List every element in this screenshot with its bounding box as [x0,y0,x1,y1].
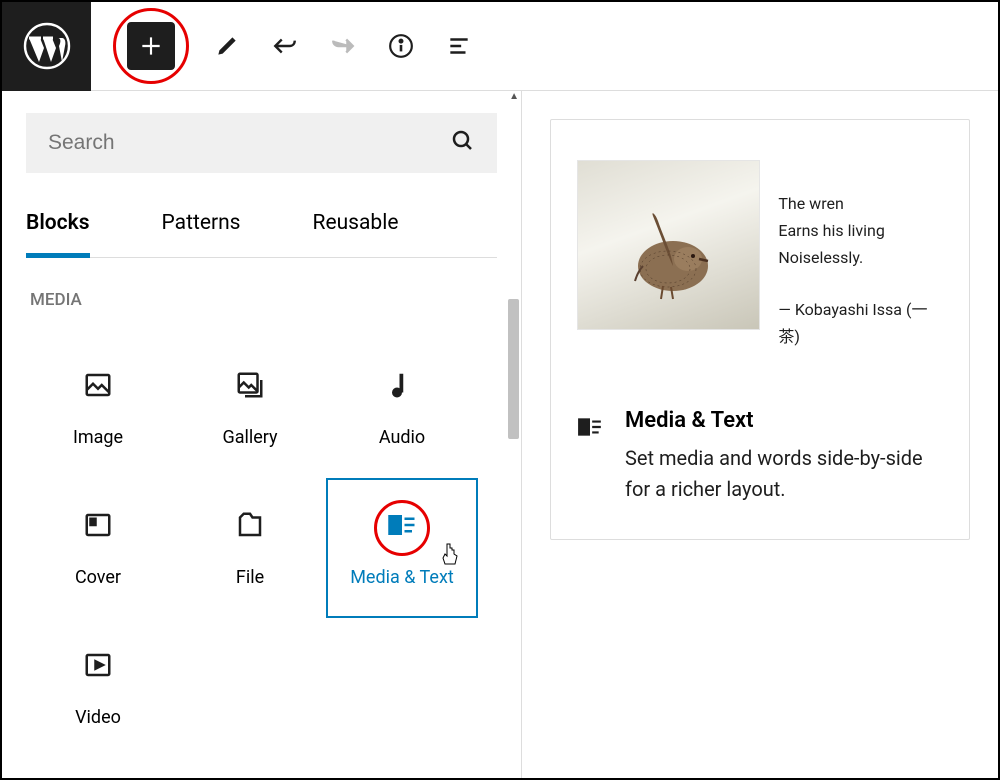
block-label: Audio [379,427,425,448]
poem-line: Earns his living [778,217,943,244]
scroll-up-arrow[interactable]: ▲ [509,91,519,102]
block-video[interactable]: Video [22,618,174,758]
block-label: Media & Text [350,567,454,588]
file-icon [234,509,266,541]
poem-attribution: — Kobayashi Issa (一茶) [778,296,943,350]
top-toolbar [2,2,998,91]
block-audio[interactable]: Audio [326,338,478,478]
block-label: Gallery [222,427,277,448]
scrollbar-thumb[interactable] [508,299,519,439]
block-image[interactable]: Image [22,338,174,478]
preview-title: Media & Text [625,408,943,433]
section-heading: MEDIA [30,290,521,310]
image-icon [82,369,114,401]
media-text-icon [386,509,418,541]
redo-icon [329,32,357,60]
block-label: Image [73,427,123,448]
inserter-tabs: Blocks Patterns Reusable [26,197,497,258]
preview-description: Set media and words side-by-side for a r… [625,443,943,505]
undo-icon[interactable] [271,32,299,60]
cover-icon [82,509,114,541]
search-box[interactable] [26,113,497,173]
info-icon[interactable] [387,32,415,60]
tab-blocks[interactable]: Blocks [26,197,90,258]
audio-icon [386,369,418,401]
block-label: File [236,567,264,588]
add-block-button[interactable] [127,22,175,70]
tab-patterns[interactable]: Patterns [162,197,241,257]
block-label: Cover [75,567,121,588]
preview-text: The wren Earns his living Noiselessly. —… [778,160,943,350]
search-input[interactable] [48,131,451,155]
block-media-text[interactable]: Media & Text [326,478,478,618]
poem-line: Noiselessly. [778,244,943,271]
edit-icon[interactable] [213,32,241,60]
search-icon [451,129,475,157]
video-icon [82,649,114,681]
media-text-icon [577,414,603,444]
preview-image [577,160,760,330]
gallery-icon [234,369,266,401]
block-file[interactable]: File [174,478,326,618]
scrollbar[interactable]: ▲ [506,91,521,778]
block-label: Video [75,707,121,728]
block-cover[interactable]: Cover [22,478,174,618]
cursor-pointer-icon [440,542,460,572]
wordpress-logo[interactable] [2,2,91,91]
block-preview-panel: The wren Earns his living Noiselessly. —… [522,91,998,778]
tab-reusable[interactable]: Reusable [313,197,399,257]
block-inserter-panel: Blocks Patterns Reusable MEDIA Image Gal… [2,91,522,778]
poem-line: The wren [778,190,943,217]
outline-icon[interactable] [445,32,473,60]
block-gallery[interactable]: Gallery [174,338,326,478]
